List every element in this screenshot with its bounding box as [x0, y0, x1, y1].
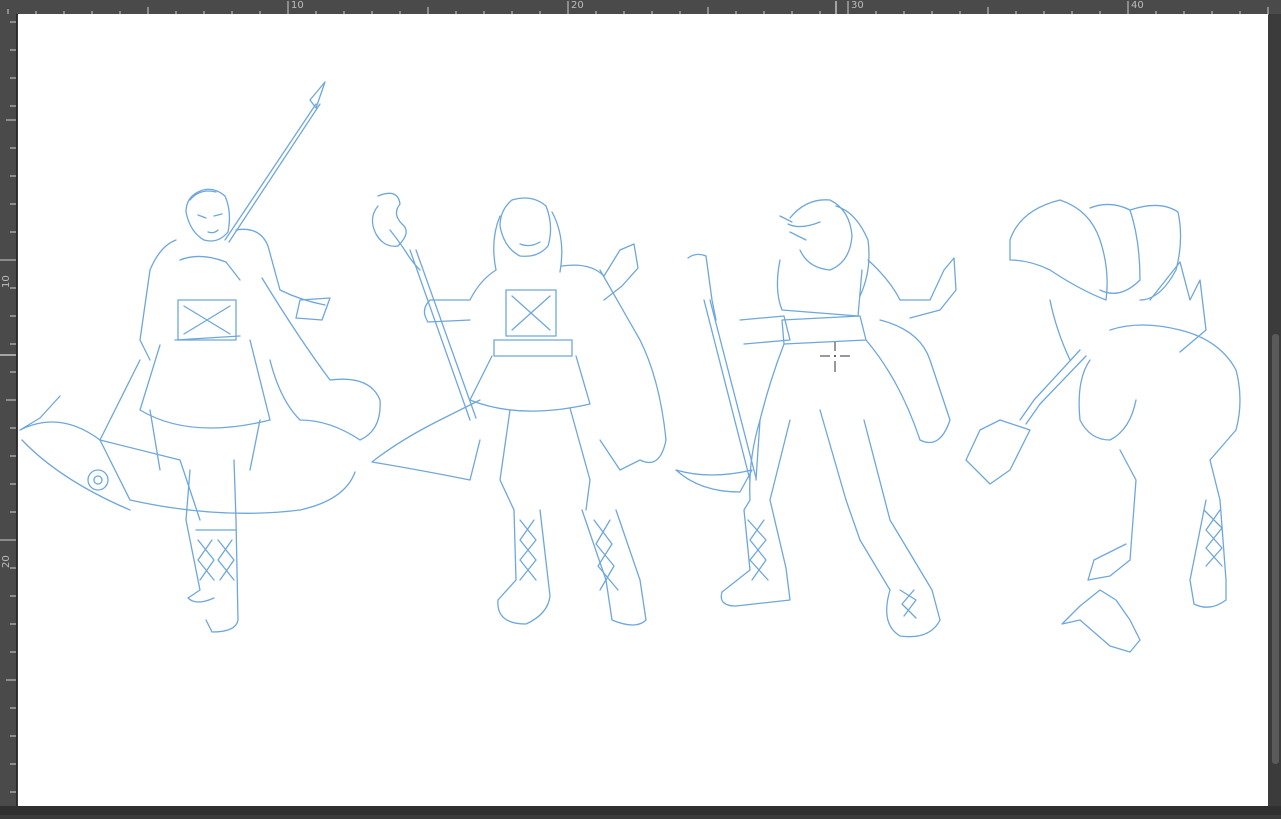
vertical-scrollbar-thumb[interactable]	[1272, 334, 1279, 764]
ruler-label-v-10: 10	[1, 275, 12, 288]
ruler-vertical-ticks	[0, 21, 16, 793]
ruler-horizontal-ticks	[7, 1, 1269, 15]
character-staff-girl	[371, 192, 667, 626]
ruler-horizontal[interactable]: 10 20 30 40	[0, 0, 1281, 15]
bottom-edge	[0, 806, 1281, 815]
ruler-label-40: 40	[1131, 0, 1144, 11]
character-scythe-girl	[19, 81, 381, 633]
ruler-label-30: 30	[851, 0, 864, 11]
ruler-label-20: 20	[571, 0, 584, 11]
drawing-canvas[interactable]	[18, 14, 1268, 806]
character-crouching-beast	[965, 199, 1241, 653]
ruler-label-10: 10	[291, 0, 304, 11]
sketch-artwork	[19, 81, 1241, 653]
ruler-label-v-20: 20	[1, 555, 12, 568]
ruler-vertical[interactable]: 10 20	[0, 14, 17, 815]
crosshair-cursor-icon	[820, 342, 850, 372]
vertical-scrollbar[interactable]	[1270, 14, 1281, 806]
character-wolf-woman	[675, 199, 957, 638]
